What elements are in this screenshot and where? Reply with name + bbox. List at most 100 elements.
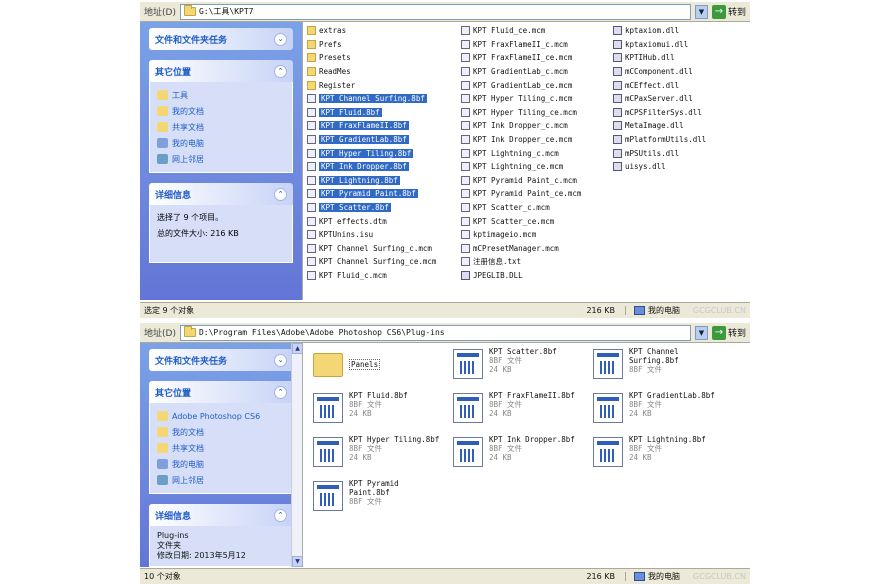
collapse-chevron-icon[interactable]: ⌃ bbox=[274, 508, 287, 522]
file-tile[interactable]: KPT Channel Surfing.8bf 8BF 文件 bbox=[593, 347, 723, 391]
file-item[interactable]: Presets bbox=[307, 51, 447, 65]
details-header[interactable]: 详细信息 ⌃ bbox=[149, 183, 293, 205]
file-item[interactable]: KPT Scatter_c.mcm bbox=[461, 201, 599, 215]
file-item[interactable]: KPT FraxFlameII_ce.mcm bbox=[461, 51, 599, 65]
file-tile[interactable]: KPT FraxFlameII.8bf 8BF 文件 24 KB bbox=[453, 391, 583, 435]
file-tile[interactable]: KPT Fluid.8bf 8BF 文件 24 KB bbox=[313, 391, 443, 435]
file-item[interactable]: KPT Pyramid Paint_ce.mcm bbox=[461, 187, 599, 201]
file-item[interactable]: KPT Ink Dropper_c.mcm bbox=[461, 119, 599, 133]
go-button[interactable]: → 转到 bbox=[711, 325, 746, 340]
file-tile[interactable]: KPT GradientLab.8bf 8BF 文件 24 KB bbox=[593, 391, 723, 435]
file-item[interactable]: KPT Lightning_c.mcm bbox=[461, 146, 599, 160]
file-item[interactable]: KPT Channel Surfing_c.mcm bbox=[307, 242, 447, 256]
file-item[interactable]: KPT FraxFlameII.8bf bbox=[307, 119, 447, 133]
file-tile[interactable]: KPT Pyramid Paint.8bf 8BF 文件 bbox=[313, 479, 443, 523]
file-item[interactable]: KPT FraxFlameII_c.mcm bbox=[461, 38, 599, 52]
place-link[interactable]: 共享文档 bbox=[157, 119, 285, 135]
file-item[interactable]: KPTUnins.isu bbox=[307, 228, 447, 242]
place-link[interactable]: 我的电脑 bbox=[157, 135, 285, 151]
file-item[interactable]: KPT Pyramid Paint_c.mcm bbox=[461, 174, 599, 188]
file-folder-tasks-header[interactable]: 文件和文件夹任务 ⌄ bbox=[149, 349, 293, 371]
file-item[interactable]: KPT Lightning_ce.mcm bbox=[461, 160, 599, 174]
file-item[interactable]: mCPresetManager.mcm bbox=[461, 242, 599, 256]
file-item[interactable]: KPT GradientLab.8bf bbox=[307, 133, 447, 147]
file-item[interactable]: Prefs bbox=[307, 38, 447, 52]
place-link[interactable]: Adobe Photoshop CS6 bbox=[157, 408, 285, 424]
place-link[interactable]: 工具 bbox=[157, 87, 285, 103]
file-item[interactable]: KPT Lightning.8bf bbox=[307, 174, 447, 188]
file-item[interactable]: KPTIHub.dll bbox=[613, 51, 706, 65]
file-item[interactable]: kptaxiomui.dll bbox=[613, 38, 706, 52]
place-link[interactable]: 我的电脑 bbox=[157, 456, 285, 472]
file-item[interactable]: KPT Hyper Tiling.8bf bbox=[307, 146, 447, 160]
go-button[interactable]: → 转到 bbox=[711, 4, 746, 19]
file-item[interactable]: mPlatformUtils.dll bbox=[613, 133, 706, 147]
collapse-chevron-icon[interactable]: ⌃ bbox=[274, 64, 287, 78]
file-item[interactable]: Register bbox=[307, 78, 447, 92]
file-item[interactable]: KPT Scatter_ce.mcm bbox=[461, 214, 599, 228]
file-item[interactable]: mCEffect.dll bbox=[613, 78, 706, 92]
folder-icon bbox=[157, 443, 168, 453]
plugin-file-icon bbox=[313, 393, 343, 423]
scroll-up-button[interactable]: ▲ bbox=[292, 343, 302, 354]
details-header[interactable]: 详细信息 ⌃ bbox=[149, 504, 293, 526]
tile-name: KPT Lightning.8bf bbox=[629, 435, 706, 444]
place-link[interactable]: 我的文档 bbox=[157, 424, 285, 440]
file-tile[interactable]: KPT Hyper Tiling.8bf 8BF 文件 24 KB bbox=[313, 435, 443, 479]
other-places-header[interactable]: 其它位置 ⌃ bbox=[149, 381, 293, 403]
tile-meta: KPT GradientLab.8bf 8BF 文件 24 KB bbox=[629, 391, 715, 435]
top-explorer-window: 地址(D) G:\工具\KPT7 ▼ → 转到 文件和文件夹任务 ⌄ 其它位置 … bbox=[140, 2, 750, 300]
file-item[interactable]: KPT Fluid.8bf bbox=[307, 106, 447, 120]
file-item[interactable]: kptaxiom.dll bbox=[613, 24, 706, 38]
collapse-chevron-icon[interactable]: ⌃ bbox=[274, 187, 287, 201]
folder-icon bbox=[157, 411, 168, 421]
collapse-chevron-icon[interactable]: ⌃ bbox=[274, 385, 287, 399]
file-item[interactable]: KPT Ink Dropper_ce.mcm bbox=[461, 133, 599, 147]
file-item[interactable]: MetaImage.dll bbox=[613, 119, 706, 133]
address-dropdown-button[interactable]: ▼ bbox=[694, 4, 708, 19]
file-item[interactable]: KPT Fluid_ce.mcm bbox=[461, 24, 599, 38]
file-item[interactable]: uisys.dll bbox=[613, 160, 706, 174]
other-places-header[interactable]: 其它位置 ⌃ bbox=[149, 60, 293, 82]
place-link[interactable]: 网上邻居 bbox=[157, 151, 285, 167]
file-tile[interactable]: Panels bbox=[313, 347, 443, 391]
place-link[interactable]: 我的文档 bbox=[157, 103, 285, 119]
expand-chevron-icon[interactable]: ⌄ bbox=[274, 353, 287, 367]
address-input[interactable]: G:\工具\KPT7 bbox=[179, 3, 691, 20]
file-item[interactable]: KPT Channel Surfing.8bf bbox=[307, 92, 447, 106]
file-item[interactable]: 注册信息.txt bbox=[461, 255, 599, 269]
file-item[interactable]: KPT Scatter.8bf bbox=[307, 201, 447, 215]
file-tile[interactable]: KPT Scatter.8bf 8BF 文件 24 KB bbox=[453, 347, 583, 391]
file-item[interactable]: KPT Channel Surfing_ce.mcm bbox=[307, 255, 447, 269]
file-tile[interactable]: KPT Ink Dropper.8bf 8BF 文件 24 KB bbox=[453, 435, 583, 479]
file-item[interactable]: ReadMes bbox=[307, 65, 447, 79]
file-item[interactable]: KPT Ink Dropper.8bf bbox=[307, 160, 447, 174]
file-item[interactable]: mCPSFilterSys.dll bbox=[613, 106, 706, 120]
task-pane-scrollbar[interactable]: ▲ ▼ bbox=[291, 343, 302, 567]
file-folder-tasks-header[interactable]: 文件和文件夹任务 ⌄ bbox=[149, 28, 293, 50]
file-item[interactable]: KPT Pyramid Paint.8bf bbox=[307, 187, 447, 201]
file-item[interactable]: KPT GradientLab_ce.mcm bbox=[461, 78, 599, 92]
scroll-down-button[interactable]: ▼ bbox=[292, 556, 302, 567]
tile-name: KPT Hyper Tiling.8bf bbox=[349, 435, 440, 444]
file-list-view[interactable]: extras Prefs Presets ReadMes Register KPT Cha… bbox=[302, 22, 750, 300]
file-item[interactable]: KPT effects.dtm bbox=[307, 214, 447, 228]
file-item[interactable]: mCPaxServer.dll bbox=[613, 92, 706, 106]
file-item[interactable]: KPT Hyper Tiling_c.mcm bbox=[461, 92, 599, 106]
file-item[interactable]: KPT GradientLab_c.mcm bbox=[461, 65, 599, 79]
place-link[interactable]: 网上邻居 bbox=[157, 472, 285, 488]
file-item[interactable]: KPT Fluid_c.mcm bbox=[307, 269, 447, 283]
file-item[interactable]: mPSUtils.dll bbox=[613, 146, 706, 160]
file-name: KPT Fluid_ce.mcm bbox=[473, 26, 546, 36]
place-link[interactable]: 共享文档 bbox=[157, 440, 285, 456]
file-item[interactable]: extras bbox=[307, 24, 447, 38]
expand-chevron-icon[interactable]: ⌄ bbox=[274, 32, 287, 46]
file-tile[interactable]: KPT Lightning.8bf 8BF 文件 24 KB bbox=[593, 435, 723, 479]
address-input[interactable]: D:\Program Files\Adobe\Adobe Photoshop C… bbox=[179, 324, 691, 341]
file-item[interactable]: mCComponent.dll bbox=[613, 65, 706, 79]
file-item[interactable]: JPEGLIB.DLL bbox=[461, 269, 599, 283]
address-dropdown-button[interactable]: ▼ bbox=[694, 325, 708, 340]
file-item[interactable]: kptimageio.mcm bbox=[461, 228, 599, 242]
tile-view[interactable]: Panels KPT Scatter.8bf 8BF 文件 24 KB KPT Chan… bbox=[302, 343, 750, 567]
file-item[interactable]: KPT Hyper Tiling_ce.mcm bbox=[461, 106, 599, 120]
